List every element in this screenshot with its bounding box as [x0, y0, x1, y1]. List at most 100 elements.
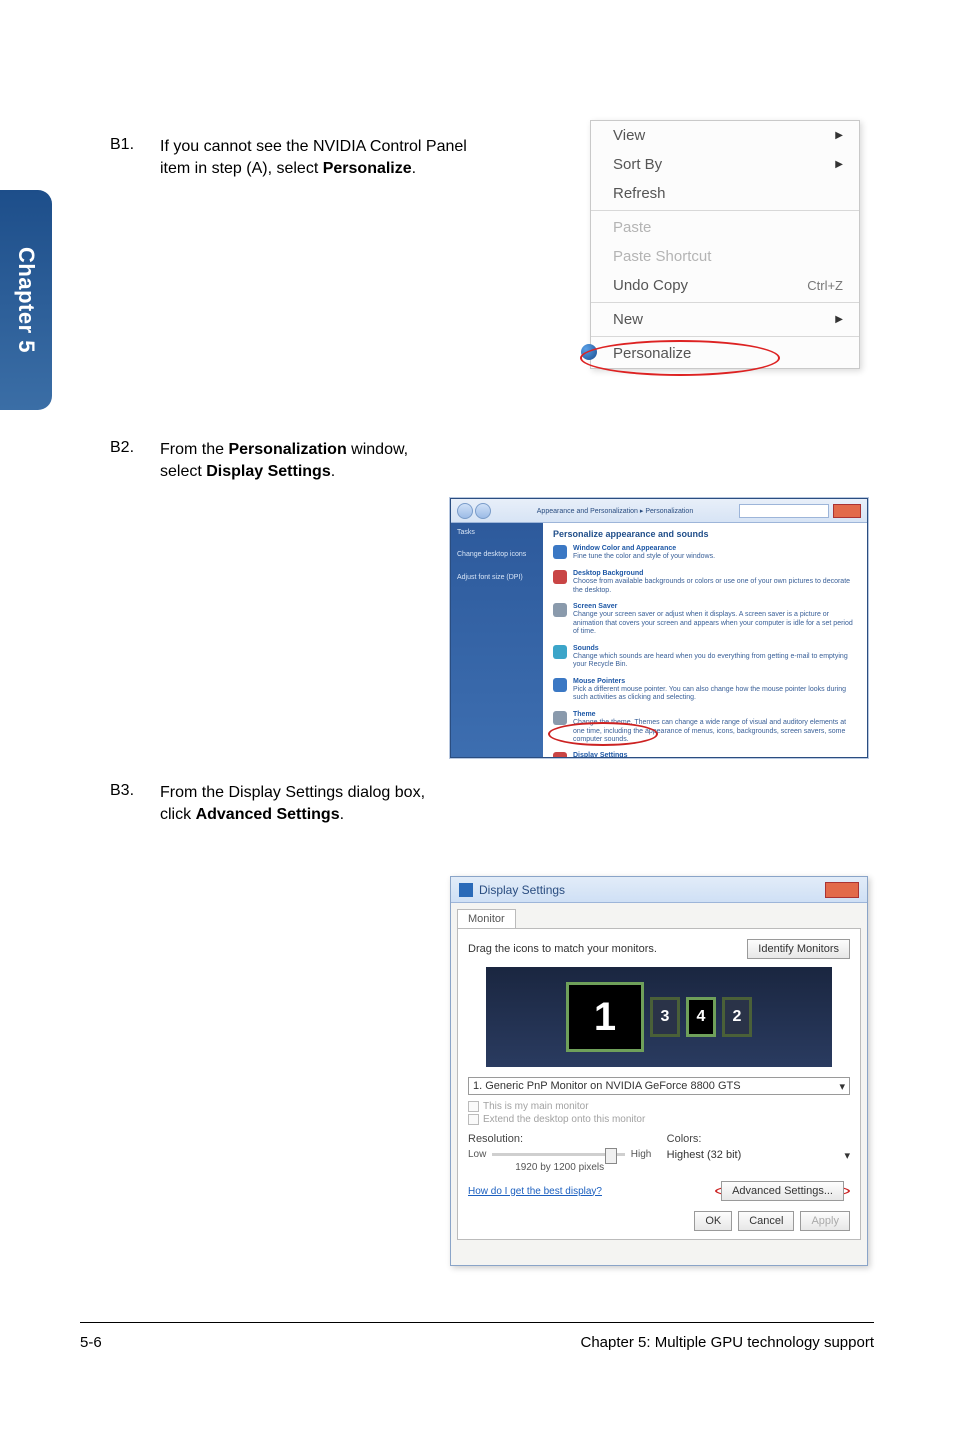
item-display-settings[interactable]: Display SettingsAdjust your monitor reso… — [553, 752, 857, 757]
step-text-bold: Personalization — [228, 441, 346, 458]
menu-separator — [591, 302, 859, 303]
sidebar-link[interactable]: Change desktop icons — [457, 551, 537, 559]
footer-chapter-title: Chapter 5: Multiple GPU technology suppo… — [581, 1334, 875, 1351]
menu-separator — [591, 210, 859, 211]
chapter-tab-label: Chapter 5 — [13, 247, 39, 353]
step-text: From the Display Settings dialog box, cl… — [160, 782, 450, 825]
nav-buttons — [457, 503, 491, 519]
step-text-bold: Advanced Settings — [196, 806, 340, 823]
colors-select[interactable]: Highest (32 bit) ▾ — [667, 1149, 850, 1161]
step-text: From the Personalization window, select … — [160, 439, 420, 482]
menu-label: Paste — [613, 219, 651, 236]
dialog-title: Display Settings — [479, 883, 565, 897]
item-desc: Choose from available backgrounds or col… — [573, 578, 857, 595]
item-title: Screen Saver — [573, 603, 857, 611]
search-input[interactable] — [739, 504, 829, 518]
sidebar-link[interactable]: Adjust font size (DPI) — [457, 574, 537, 582]
dialog-panel: Drag the icons to match your monitors. I… — [457, 928, 861, 1240]
step-text-bold: Display Settings — [206, 463, 330, 480]
item-desc: Pick a different mouse pointer. You can … — [573, 686, 857, 703]
footer-rule — [80, 1322, 874, 1323]
menu-label: Undo Copy — [613, 277, 688, 294]
highlight-ellipse-icon: Advanced Settings... — [715, 1183, 850, 1199]
monitor-1[interactable]: 1 — [566, 982, 644, 1052]
apply-button: Apply — [800, 1211, 850, 1231]
advanced-settings-button[interactable]: Advanced Settings... — [721, 1181, 844, 1201]
forward-button[interactable] — [475, 503, 491, 519]
slider-track[interactable] — [492, 1153, 624, 1156]
item-icon — [553, 545, 567, 559]
item-window-color[interactable]: Window Color and AppearanceFine tune the… — [553, 545, 857, 562]
window-main: Personalize appearance and sounds Window… — [543, 523, 867, 757]
menu-item-new[interactable]: New ▶ — [591, 305, 859, 334]
menu-item-undo-copy[interactable]: Undo Copy Ctrl+Z — [591, 271, 859, 300]
checkbox-extend-desktop: Extend the desktop onto this monitor — [468, 1114, 850, 1125]
step-text: If you cannot see the NVIDIA Control Pan… — [160, 136, 470, 179]
display-settings-dialog: Display Settings Monitor Drag the icons … — [450, 876, 868, 1266]
step-text-suffix: . — [412, 160, 416, 177]
step-text-bold: Personalize — [323, 160, 412, 177]
close-button[interactable] — [833, 504, 861, 518]
item-screen-saver[interactable]: Screen SaverChange your screen saver or … — [553, 603, 857, 637]
item-icon — [553, 752, 567, 757]
step-b2: B2. From the Personalization window, sel… — [110, 439, 870, 482]
step-text-suffix: . — [340, 806, 344, 823]
tab-monitor[interactable]: Monitor — [457, 909, 516, 928]
menu-label: Paste Shortcut — [613, 248, 711, 265]
step-text-prefix: If you cannot see the NVIDIA Control Pan… — [160, 138, 467, 177]
checkbox-label: This is my main monitor — [483, 1101, 589, 1112]
monitor-arrangement[interactable]: 1 3 4 2 — [486, 967, 832, 1067]
menu-item-personalize[interactable]: Personalize — [591, 339, 859, 368]
identify-monitors-button[interactable]: Identify Monitors — [747, 939, 850, 959]
item-theme[interactable]: ThemeChange the theme. Themes can change… — [553, 711, 857, 745]
breadcrumb: Appearance and Personalization ▸ Persona… — [537, 507, 693, 515]
monitor-2[interactable]: 2 — [722, 997, 752, 1037]
step-text-prefix: From the — [160, 441, 228, 458]
item-icon — [553, 603, 567, 617]
page: Chapter 5 B1. If you cannot see the NVID… — [0, 0, 954, 1438]
menu-item-refresh[interactable]: Refresh — [591, 179, 859, 208]
help-link[interactable]: How do I get the best display? — [468, 1186, 602, 1197]
page-footer: 5-6 Chapter 5: Multiple GPU technology s… — [80, 1334, 874, 1351]
item-icon — [553, 678, 567, 692]
resolution-value: 1920 by 1200 pixels — [468, 1162, 651, 1173]
step-text-suffix: . — [331, 463, 335, 480]
menu-item-paste-shortcut: Paste Shortcut — [591, 242, 859, 271]
menu-separator — [591, 336, 859, 337]
close-button[interactable] — [825, 882, 859, 898]
slider-high-label: High — [631, 1149, 652, 1160]
item-sounds[interactable]: SoundsChange which sounds are heard when… — [553, 645, 857, 670]
menu-shortcut: Ctrl+Z — [807, 278, 843, 293]
checkbox-main-monitor: This is my main monitor — [468, 1101, 850, 1112]
instruction-text: Drag the icons to match your monitors. — [468, 943, 657, 955]
item-mouse-pointers[interactable]: Mouse PointersPick a different mouse poi… — [553, 678, 857, 703]
resolution-slider[interactable]: Low High — [468, 1149, 651, 1160]
monitor-select[interactable]: 1. Generic PnP Monitor on NVIDIA GeForce… — [468, 1077, 850, 1095]
monitor-4[interactable]: 4 — [686, 997, 716, 1037]
menu-item-paste: Paste — [591, 213, 859, 242]
select-value: 1. Generic PnP Monitor on NVIDIA GeForce… — [473, 1080, 741, 1092]
cancel-button[interactable]: Cancel — [738, 1211, 794, 1231]
menu-item-sort-by[interactable]: Sort By ▶ — [591, 150, 859, 179]
personalize-icon — [581, 344, 597, 360]
back-button[interactable] — [457, 503, 473, 519]
menu-label: Sort By — [613, 156, 662, 173]
chapter-tab: Chapter 5 — [0, 190, 52, 410]
select-value: Highest (32 bit) — [667, 1149, 742, 1161]
window-heading: Personalize appearance and sounds — [553, 529, 857, 539]
personalization-window: Appearance and Personalization ▸ Persona… — [450, 498, 868, 758]
chevron-down-icon: ▾ — [844, 1149, 850, 1162]
ok-button[interactable]: OK — [694, 1211, 732, 1231]
item-icon — [553, 570, 567, 584]
menu-item-view[interactable]: View ▶ — [591, 121, 859, 150]
step-number: B1. — [110, 136, 160, 179]
submenu-arrow-icon: ▶ — [835, 314, 843, 325]
window-titlebar: Appearance and Personalization ▸ Persona… — [451, 499, 867, 523]
item-title: Sounds — [573, 645, 857, 653]
sidebar-heading: Tasks — [457, 529, 537, 537]
item-title: Display Settings — [573, 752, 857, 757]
window-body: Tasks Change desktop icons Adjust font s… — [451, 523, 867, 757]
monitor-3[interactable]: 3 — [650, 997, 680, 1037]
step-b3: B3. From the Display Settings dialog box… — [110, 782, 870, 825]
item-desktop-background[interactable]: Desktop BackgroundChoose from available … — [553, 570, 857, 595]
